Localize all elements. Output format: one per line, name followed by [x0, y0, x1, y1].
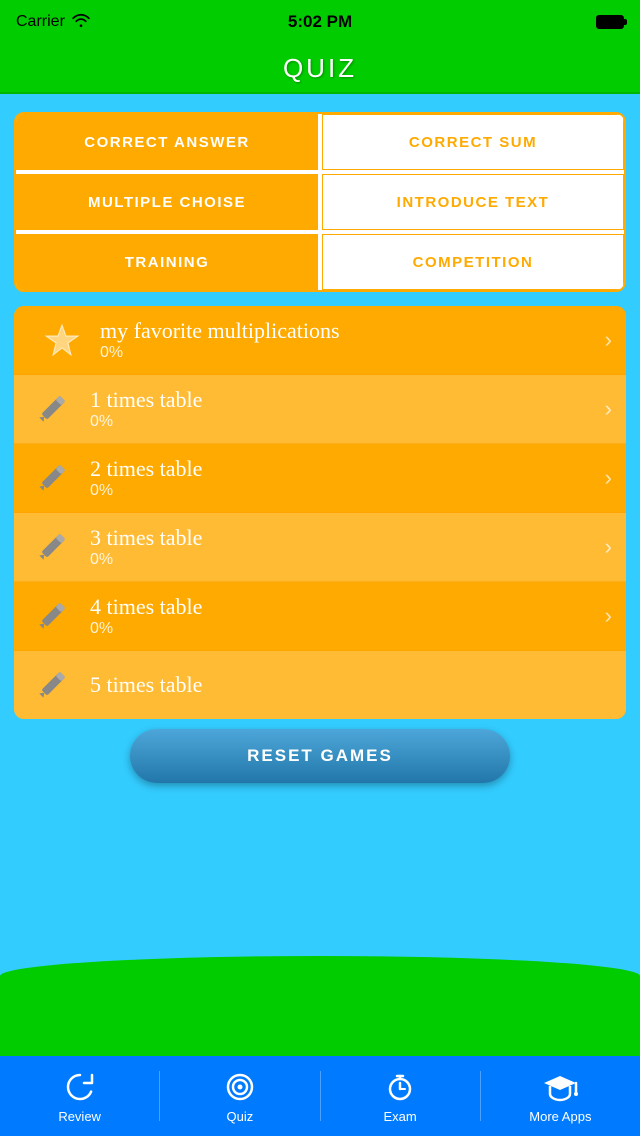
list-progress: 0% [90, 620, 597, 638]
tab-label: Exam [384, 1109, 417, 1124]
target-icon [222, 1069, 258, 1105]
tab-label: More Apps [529, 1109, 591, 1124]
list-text: 4 times table 0% [90, 594, 597, 638]
pencil-icon [28, 385, 76, 433]
tab-quiz[interactable]: Quiz [160, 1069, 319, 1124]
tab-bar: Review Quiz Exam [0, 1056, 640, 1136]
status-bar: Carrier 5:02 PM [0, 0, 640, 44]
app-title: QUIZ [283, 53, 357, 84]
chevron-right-icon: › [605, 396, 612, 422]
list-text: 3 times table 0% [90, 525, 597, 569]
wifi-icon [71, 13, 91, 32]
list-title: my favorite multiplications [100, 318, 597, 344]
app-header: QUIZ [0, 44, 640, 94]
reset-games-button[interactable]: RESET GAMES [130, 729, 510, 783]
grass-decoration [0, 976, 640, 1056]
list-progress: 0% [90, 551, 597, 569]
times-table-list: my favorite multiplications 0% › 1 times… [14, 306, 626, 719]
pencil-icon [28, 523, 76, 571]
mode-grid: CORRECT ANSWER CORRECT SUM MULTIPLE CHOI… [14, 112, 626, 292]
tab-review[interactable]: Review [0, 1069, 159, 1124]
graduation-icon [542, 1069, 578, 1105]
star-icon [38, 316, 86, 364]
list-item[interactable]: 3 times table 0% › [14, 513, 626, 582]
btn-multiple-choice[interactable]: MULTIPLE CHOISE [16, 174, 318, 230]
pencil-icon [28, 661, 76, 709]
list-progress: 0% [100, 344, 597, 362]
battery-tip [624, 19, 627, 25]
list-text: 2 times table 0% [90, 456, 597, 500]
tab-exam[interactable]: Exam [321, 1069, 480, 1124]
main-content: CORRECT ANSWER CORRECT SUM MULTIPLE CHOI… [0, 94, 640, 1056]
list-title: 1 times table [90, 387, 597, 413]
btn-training[interactable]: TRAINING [16, 234, 318, 290]
pencil-icon [28, 592, 76, 640]
refresh-icon [62, 1069, 98, 1105]
btn-competition[interactable]: COMPETITION [322, 234, 624, 290]
chevron-right-icon: › [605, 534, 612, 560]
reset-btn-container: RESET GAMES [0, 729, 640, 783]
chevron-right-icon: › [605, 465, 612, 491]
tab-more-apps[interactable]: More Apps [481, 1069, 640, 1124]
list-item[interactable]: 1 times table 0% › [14, 375, 626, 444]
list-title: 3 times table [90, 525, 597, 551]
chevron-right-icon: › [605, 327, 612, 353]
battery-body [596, 15, 624, 29]
tab-label: Quiz [227, 1109, 254, 1124]
list-progress: 0% [90, 413, 597, 431]
list-item[interactable]: my favorite multiplications 0% › [14, 306, 626, 375]
battery-indicator [596, 15, 624, 29]
btn-correct-sum[interactable]: CORRECT SUM [322, 114, 624, 170]
list-item[interactable]: 5 times table [14, 651, 626, 719]
list-text: 5 times table [90, 672, 612, 698]
list-title: 5 times table [90, 672, 612, 698]
list-item[interactable]: 2 times table 0% › [14, 444, 626, 513]
list-text: my favorite multiplications 0% [100, 318, 597, 362]
btn-correct-answer[interactable]: CORRECT ANSWER [16, 114, 318, 170]
status-time: 5:02 PM [288, 12, 352, 32]
list-text: 1 times table 0% [90, 387, 597, 431]
list-item[interactable]: 4 times table 0% › [14, 582, 626, 651]
carrier-text: Carrier [16, 13, 91, 32]
tab-label: Review [58, 1109, 101, 1124]
chevron-right-icon: › [605, 603, 612, 629]
list-title: 2 times table [90, 456, 597, 482]
timer-icon [382, 1069, 418, 1105]
list-progress: 0% [90, 482, 597, 500]
btn-introduce-text[interactable]: INTRODUCE TEXT [322, 174, 624, 230]
pencil-icon [28, 454, 76, 502]
list-title: 4 times table [90, 594, 597, 620]
